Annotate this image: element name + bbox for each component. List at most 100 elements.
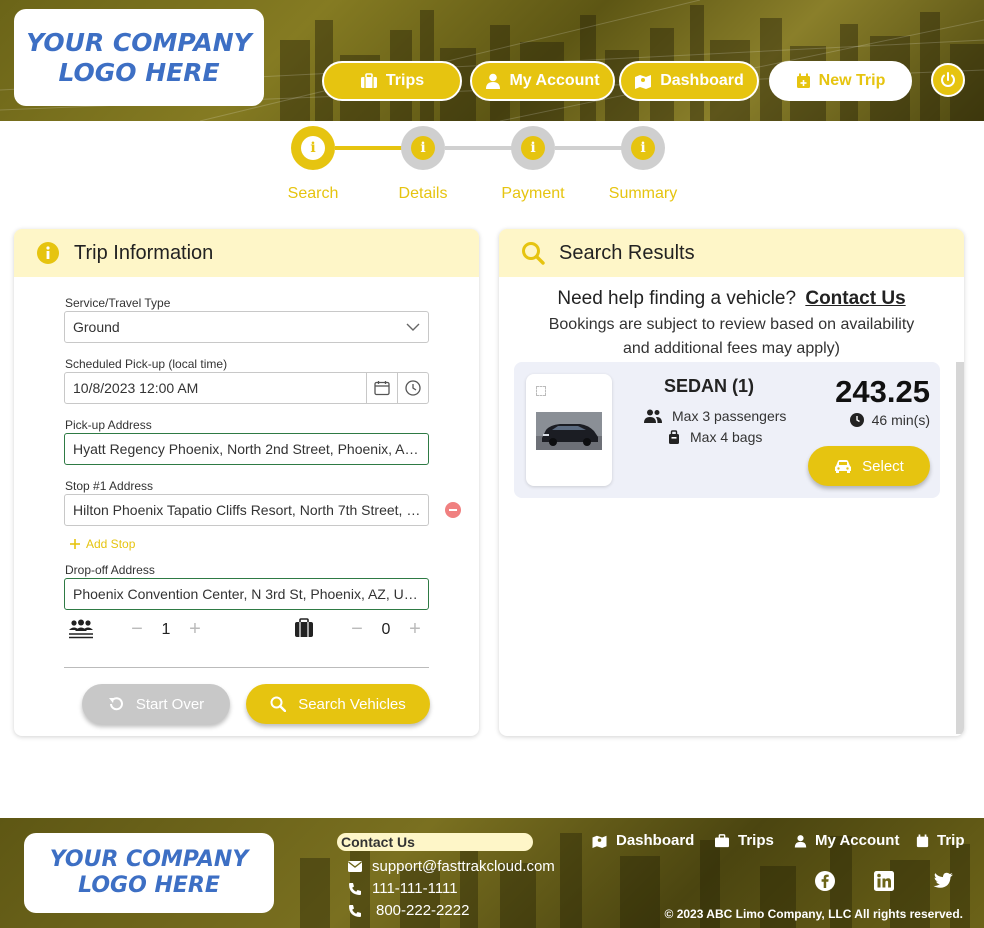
- pickup-time-input[interactable]: 10/8/2023 12:00 AM: [64, 372, 429, 404]
- passenger-decrement-button[interactable]: −: [125, 618, 149, 641]
- booking-note: Bookings are subject to review based on …: [529, 313, 934, 361]
- passenger-counter: − 1 +: [125, 618, 207, 641]
- step-summary[interactable]: i: [621, 126, 665, 170]
- trip-information-title: Trip Information: [74, 241, 214, 264]
- select-vehicle-button[interactable]: Select: [808, 446, 930, 486]
- vehicle-bags: Max 4 bags: [668, 429, 762, 445]
- stop1-address-label: Stop #1 Address: [65, 479, 154, 493]
- footer-logo-line-2: LOGO HERE: [78, 873, 220, 898]
- user-icon: [486, 73, 501, 89]
- search-vehicles-button[interactable]: Search Vehicles: [246, 684, 430, 724]
- date-picker-button[interactable]: [366, 373, 397, 403]
- luggage-decrement-button[interactable]: −: [345, 618, 369, 641]
- luggage-counter: − 0 +: [345, 618, 427, 641]
- info-icon: i: [411, 136, 435, 160]
- nav-my-account-button[interactable]: My Account: [470, 61, 615, 101]
- company-logo[interactable]: YOUR COMPANY LOGO HERE: [14, 9, 264, 106]
- footer: YOUR COMPANY LOGO HERE Contact Us suppor…: [0, 818, 984, 928]
- pickup-address-label: Pick-up Address: [65, 418, 152, 432]
- twitter-icon[interactable]: [932, 870, 954, 892]
- results-scrollbar[interactable]: [956, 362, 964, 734]
- car-icon: [835, 460, 852, 473]
- dropoff-address-value: Phoenix Convention Center, N 3rd St, Pho…: [73, 586, 422, 602]
- map-icon: [635, 75, 652, 89]
- search-results-title: Search Results: [559, 241, 695, 264]
- passenger-increment-button[interactable]: +: [183, 618, 207, 641]
- footer-nav-trips-label: Trips: [738, 832, 774, 849]
- footer-company-logo[interactable]: YOUR COMPANY LOGO HERE: [24, 833, 274, 913]
- map-icon: [592, 835, 607, 848]
- vehicle-image-box[interactable]: [526, 374, 612, 486]
- linkedin-icon[interactable]: [873, 870, 895, 892]
- calendar-plus-icon: [916, 834, 929, 847]
- footer-phone-1[interactable]: 111-111-1111: [348, 880, 458, 897]
- vehicle-price: 243.25: [835, 374, 930, 409]
- dropoff-address-input[interactable]: Phoenix Convention Center, N 3rd St, Pho…: [64, 578, 429, 610]
- form-divider: [64, 667, 429, 668]
- phone-icon: [349, 882, 361, 895]
- vehicle-passengers-text: Max 3 passengers: [672, 408, 787, 424]
- step-payment[interactable]: i: [511, 126, 555, 170]
- clock-icon: [405, 380, 421, 396]
- group-icon: [69, 619, 93, 639]
- step-search[interactable]: i: [291, 126, 335, 170]
- footer-nav-trip[interactable]: Trip: [916, 832, 965, 849]
- add-stop-button[interactable]: Add Stop: [70, 537, 135, 551]
- logout-button[interactable]: [931, 63, 965, 97]
- bag-icon: [669, 430, 679, 444]
- remove-stop-button[interactable]: [445, 502, 461, 518]
- footer-nav-trips[interactable]: Trips: [714, 832, 774, 849]
- footer-email-text: support@fasttrakcloud.com: [372, 858, 555, 875]
- nav-dashboard-button[interactable]: Dashboard: [619, 61, 759, 101]
- nav-trips-button[interactable]: Trips: [322, 61, 462, 101]
- progress-stepper: i i i i Search Details Payment Summary: [0, 121, 984, 221]
- user-icon: [794, 834, 807, 847]
- contact-us-link[interactable]: Contact Us: [805, 288, 905, 309]
- power-icon: [941, 72, 955, 87]
- pickup-address-input[interactable]: Hyatt Regency Phoenix, North 2nd Street,…: [64, 433, 429, 465]
- booking-note-line-1: Bookings are subject to review based on …: [548, 316, 915, 333]
- copyright-text: © 2023 ABC Limo Company, LLC All rights …: [664, 907, 963, 921]
- vehicle-duration-text: 46 min(s): [871, 412, 930, 428]
- info-icon: i: [521, 136, 545, 160]
- step-label-search: Search: [287, 185, 339, 202]
- envelope-icon: [348, 861, 362, 872]
- help-question: Need help finding a vehicle?: [557, 288, 797, 309]
- step-label-payment: Payment: [501, 185, 565, 202]
- vehicle-result-sedan: SEDAN (1) Max 3 passengers Max 4 bags 24…: [514, 362, 940, 498]
- time-picker-button[interactable]: [397, 373, 428, 403]
- info-icon: [37, 242, 59, 264]
- sedan-photo: [536, 412, 602, 450]
- footer-nav-dashboard[interactable]: Dashboard: [591, 832, 694, 849]
- search-icon: [270, 696, 287, 712]
- info-icon: i: [301, 136, 325, 160]
- footer-nav-my-account[interactable]: My Account: [794, 832, 899, 849]
- footer-phone-2[interactable]: 800-222-2222: [348, 902, 469, 919]
- logo-line-1: YOUR COMPANY: [26, 27, 252, 57]
- facebook-icon[interactable]: [814, 870, 836, 892]
- header: YOUR COMPANY LOGO HERE Trips My Account …: [0, 0, 984, 121]
- footer-email[interactable]: support@fasttrakcloud.com: [348, 858, 555, 875]
- search-results-card: Search Results Need help finding a vehic…: [499, 229, 964, 736]
- footer-nav-my-account-label: My Account: [815, 832, 900, 849]
- footer-contact-title: Contact Us: [337, 833, 533, 851]
- service-type-select[interactable]: Ground: [64, 311, 429, 343]
- service-type-label: Service/Travel Type: [65, 296, 171, 310]
- start-over-button[interactable]: Start Over: [82, 684, 230, 724]
- add-stop-label: Add Stop: [86, 537, 136, 551]
- trip-information-card: Trip Information Service/Travel Type Gro…: [14, 229, 479, 736]
- vehicle-bags-text: Max 4 bags: [690, 429, 763, 445]
- stop1-address-input[interactable]: Hilton Phoenix Tapatio Cliffs Resort, No…: [64, 494, 429, 526]
- calendar-plus-icon: [796, 73, 810, 88]
- luggage-icon: [295, 618, 313, 637]
- luggage-increment-button[interactable]: +: [403, 618, 427, 641]
- footer-nav-dashboard-label: Dashboard: [616, 832, 695, 849]
- step-details[interactable]: i: [401, 126, 445, 170]
- new-trip-button[interactable]: New Trip: [769, 61, 912, 101]
- phone-icon: [349, 904, 361, 917]
- pickup-time-label: Scheduled Pick-up (local time): [65, 357, 228, 371]
- footer-phone-2-text: 800-222-2222: [376, 902, 470, 919]
- vehicle-duration: 46 min(s): [834, 412, 930, 428]
- expand-icon[interactable]: [536, 386, 546, 396]
- clock-icon: [849, 413, 864, 427]
